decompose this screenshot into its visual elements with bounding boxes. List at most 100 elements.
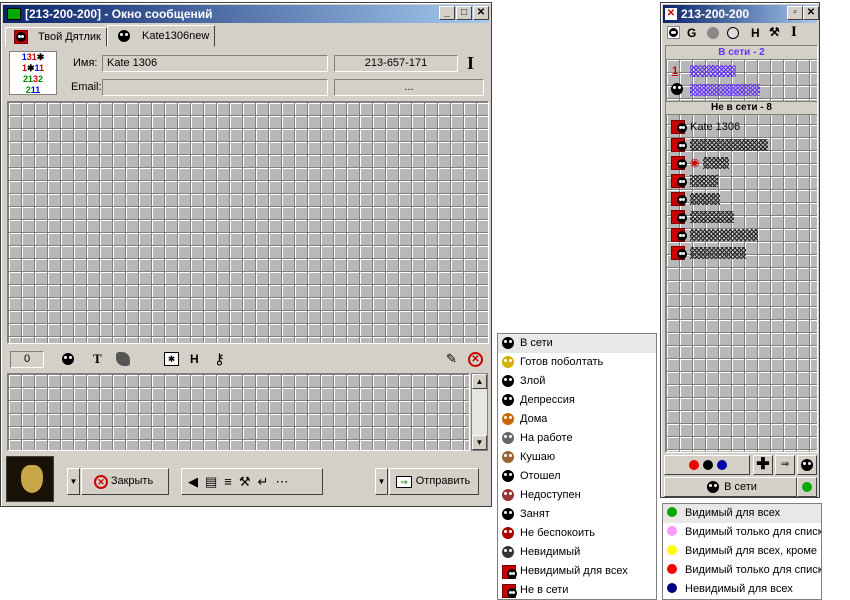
close-x-icon: ✕ bbox=[94, 475, 108, 489]
color-icon[interactable] bbox=[116, 352, 130, 366]
visibility-item-list2[interactable]: Видимый только для списка bbox=[663, 561, 821, 580]
status-item-offline[interactable]: Не в сети bbox=[498, 581, 656, 600]
history-h-icon[interactable]: H bbox=[751, 26, 760, 40]
maximize-button[interactable]: □ bbox=[456, 6, 472, 20]
status-item-away[interactable]: Отошел bbox=[498, 467, 656, 486]
status-item-invisible-all[interactable]: Невидимый для всех bbox=[498, 562, 656, 581]
dyatlik-icon bbox=[14, 30, 28, 44]
scroll-up-button[interactable]: ▲ bbox=[472, 374, 487, 389]
send-button[interactable]: ⇒ Отправить bbox=[389, 468, 479, 495]
contact-offline-6[interactable] bbox=[666, 208, 817, 226]
scribbled-name bbox=[690, 139, 768, 152]
status-label: Готов поболтать bbox=[520, 356, 604, 368]
contact-online-2[interactable] bbox=[666, 81, 817, 99]
status-item-online[interactable]: В сети bbox=[498, 334, 656, 353]
contact-offline-8[interactable] bbox=[666, 244, 817, 262]
visibility-button[interactable] bbox=[664, 455, 750, 475]
status-item-chat[interactable]: Готов поболтать bbox=[498, 353, 656, 372]
contact-offline-7[interactable] bbox=[666, 226, 817, 244]
dnd-icon bbox=[502, 527, 514, 539]
more-icon[interactable]: ⋯ bbox=[275, 474, 295, 489]
minimize-button[interactable]: _ bbox=[439, 6, 455, 20]
history-icon[interactable]: H bbox=[190, 352, 199, 366]
visibility-item-invisible[interactable]: Невидимый для всех bbox=[663, 580, 821, 599]
status-item-depression[interactable]: Депрессия bbox=[498, 391, 656, 410]
status-item-invisible[interactable]: Невидимый bbox=[498, 543, 656, 562]
close-label: Закрыть bbox=[110, 475, 154, 487]
contact-offline-3[interactable]: ◉ bbox=[666, 154, 817, 172]
sound-icon[interactable]: ◀ bbox=[188, 474, 205, 489]
red-dot-icon bbox=[689, 460, 699, 470]
contact-close-button[interactable]: ✕ bbox=[803, 6, 819, 20]
clear-icon[interactable]: ✕ bbox=[468, 352, 483, 367]
offline-group-header[interactable]: Не в сети - 8 bbox=[666, 101, 817, 115]
contact-toolbar: G H ⚒ I bbox=[665, 24, 815, 43]
visibility-item-all[interactable]: Видимый для всех bbox=[663, 504, 821, 523]
status-item-dnd[interactable]: Не беспокоить bbox=[498, 524, 656, 543]
visibility-menu: Видимый для всех Видимый только для спис… bbox=[662, 503, 822, 600]
online-group-header[interactable]: В сети - 2 bbox=[666, 46, 817, 60]
visibility-item-except[interactable]: Видимый для всех, кроме bbox=[663, 542, 821, 561]
visibility-item-list[interactable]: Видимый только для списка bbox=[663, 523, 821, 542]
contact-offline-1[interactable]: Kate 1306 bbox=[666, 118, 817, 136]
list-icon[interactable]: ≡ bbox=[224, 474, 239, 489]
input-scrollbar[interactable]: ▲ ▼ bbox=[471, 373, 488, 451]
close-button[interactable]: ✕ Закрыть bbox=[81, 468, 169, 495]
email-field[interactable] bbox=[102, 79, 328, 96]
uin-field[interactable]: 213-657-171 bbox=[334, 55, 458, 72]
search-g-icon[interactable]: G bbox=[687, 26, 696, 40]
message-input[interactable] bbox=[7, 373, 470, 451]
status-item-angry[interactable]: Злой bbox=[498, 372, 656, 391]
font-icon[interactable]: T bbox=[93, 351, 102, 367]
smile-icon[interactable] bbox=[62, 353, 74, 365]
contact-offline-4[interactable] bbox=[666, 172, 817, 190]
message-history[interactable] bbox=[7, 101, 489, 344]
tab-kate[interactable]: Kate1306new bbox=[107, 25, 215, 47]
contact-offline-2[interactable] bbox=[666, 136, 817, 154]
bug-button[interactable] bbox=[797, 455, 817, 475]
status-label: Недоступен bbox=[520, 489, 581, 501]
pencil-icon[interactable]: ✎ bbox=[446, 351, 457, 367]
online-icon bbox=[707, 481, 719, 493]
contact-list[interactable]: В сети - 2 1 Не в сети - 8 Kate 1306 ◉ bbox=[665, 45, 818, 453]
close-window-button[interactable]: ✕ bbox=[473, 6, 489, 20]
key-icon[interactable]: ⚷ bbox=[214, 350, 225, 368]
enter-icon[interactable]: ↵ bbox=[258, 474, 276, 489]
menu-icon[interactable] bbox=[667, 26, 680, 39]
name-field[interactable]: Kate 1306 bbox=[102, 55, 328, 72]
status-item-eating[interactable]: Кушаю bbox=[498, 448, 656, 467]
contact-restore-button[interactable]: ▫ bbox=[787, 6, 803, 20]
status-label: Невидимый bbox=[520, 546, 581, 558]
face-icon[interactable] bbox=[727, 27, 739, 39]
contact-online-1[interactable]: 1 bbox=[666, 62, 817, 80]
add-contact-button[interactable]: ✚ bbox=[753, 455, 773, 475]
contact-offline-5[interactable] bbox=[666, 190, 817, 208]
status-label: Отошел bbox=[520, 470, 561, 482]
picture-icon[interactable]: ✱ bbox=[164, 352, 179, 366]
visibility-label: Невидимый для всех bbox=[685, 583, 793, 595]
send-dropdown-button[interactable]: ▼ bbox=[375, 468, 388, 495]
scribbled-name bbox=[690, 175, 718, 188]
chat-title-bar[interactable]: [213-200-200] - Окно сообщений bbox=[3, 5, 489, 23]
settings-wrench-icon[interactable]: ⚒ bbox=[769, 25, 780, 39]
scroll-down-button[interactable]: ▼ bbox=[472, 435, 487, 450]
status-item-busy[interactable]: Занят bbox=[498, 505, 656, 524]
info-i-icon[interactable]: I bbox=[791, 24, 797, 41]
help-icon[interactable] bbox=[707, 27, 719, 39]
scribbled-name bbox=[702, 157, 729, 170]
email-more-field[interactable]: ... bbox=[334, 79, 484, 96]
wrench-icon[interactable]: ⚒ bbox=[239, 474, 258, 489]
import-button[interactable]: ⇒ bbox=[775, 455, 795, 475]
visibility-label: Видимый для всех bbox=[685, 507, 781, 519]
tab-dyatlik[interactable]: Твой Дятлик bbox=[5, 27, 107, 47]
close-dropdown-button[interactable]: ▼ bbox=[67, 468, 80, 495]
visibility-status-button[interactable] bbox=[797, 477, 817, 497]
status-item-home[interactable]: Дома bbox=[498, 410, 656, 429]
status-item-na[interactable]: Недоступен bbox=[498, 486, 656, 505]
status-button[interactable]: В сети bbox=[664, 477, 797, 497]
close-red-icon: ✕ bbox=[665, 8, 677, 20]
info-icon[interactable]: I bbox=[467, 53, 474, 74]
work-icon bbox=[502, 432, 514, 444]
status-item-work[interactable]: На работе bbox=[498, 429, 656, 448]
document-icon[interactable]: ▤ bbox=[205, 474, 224, 489]
